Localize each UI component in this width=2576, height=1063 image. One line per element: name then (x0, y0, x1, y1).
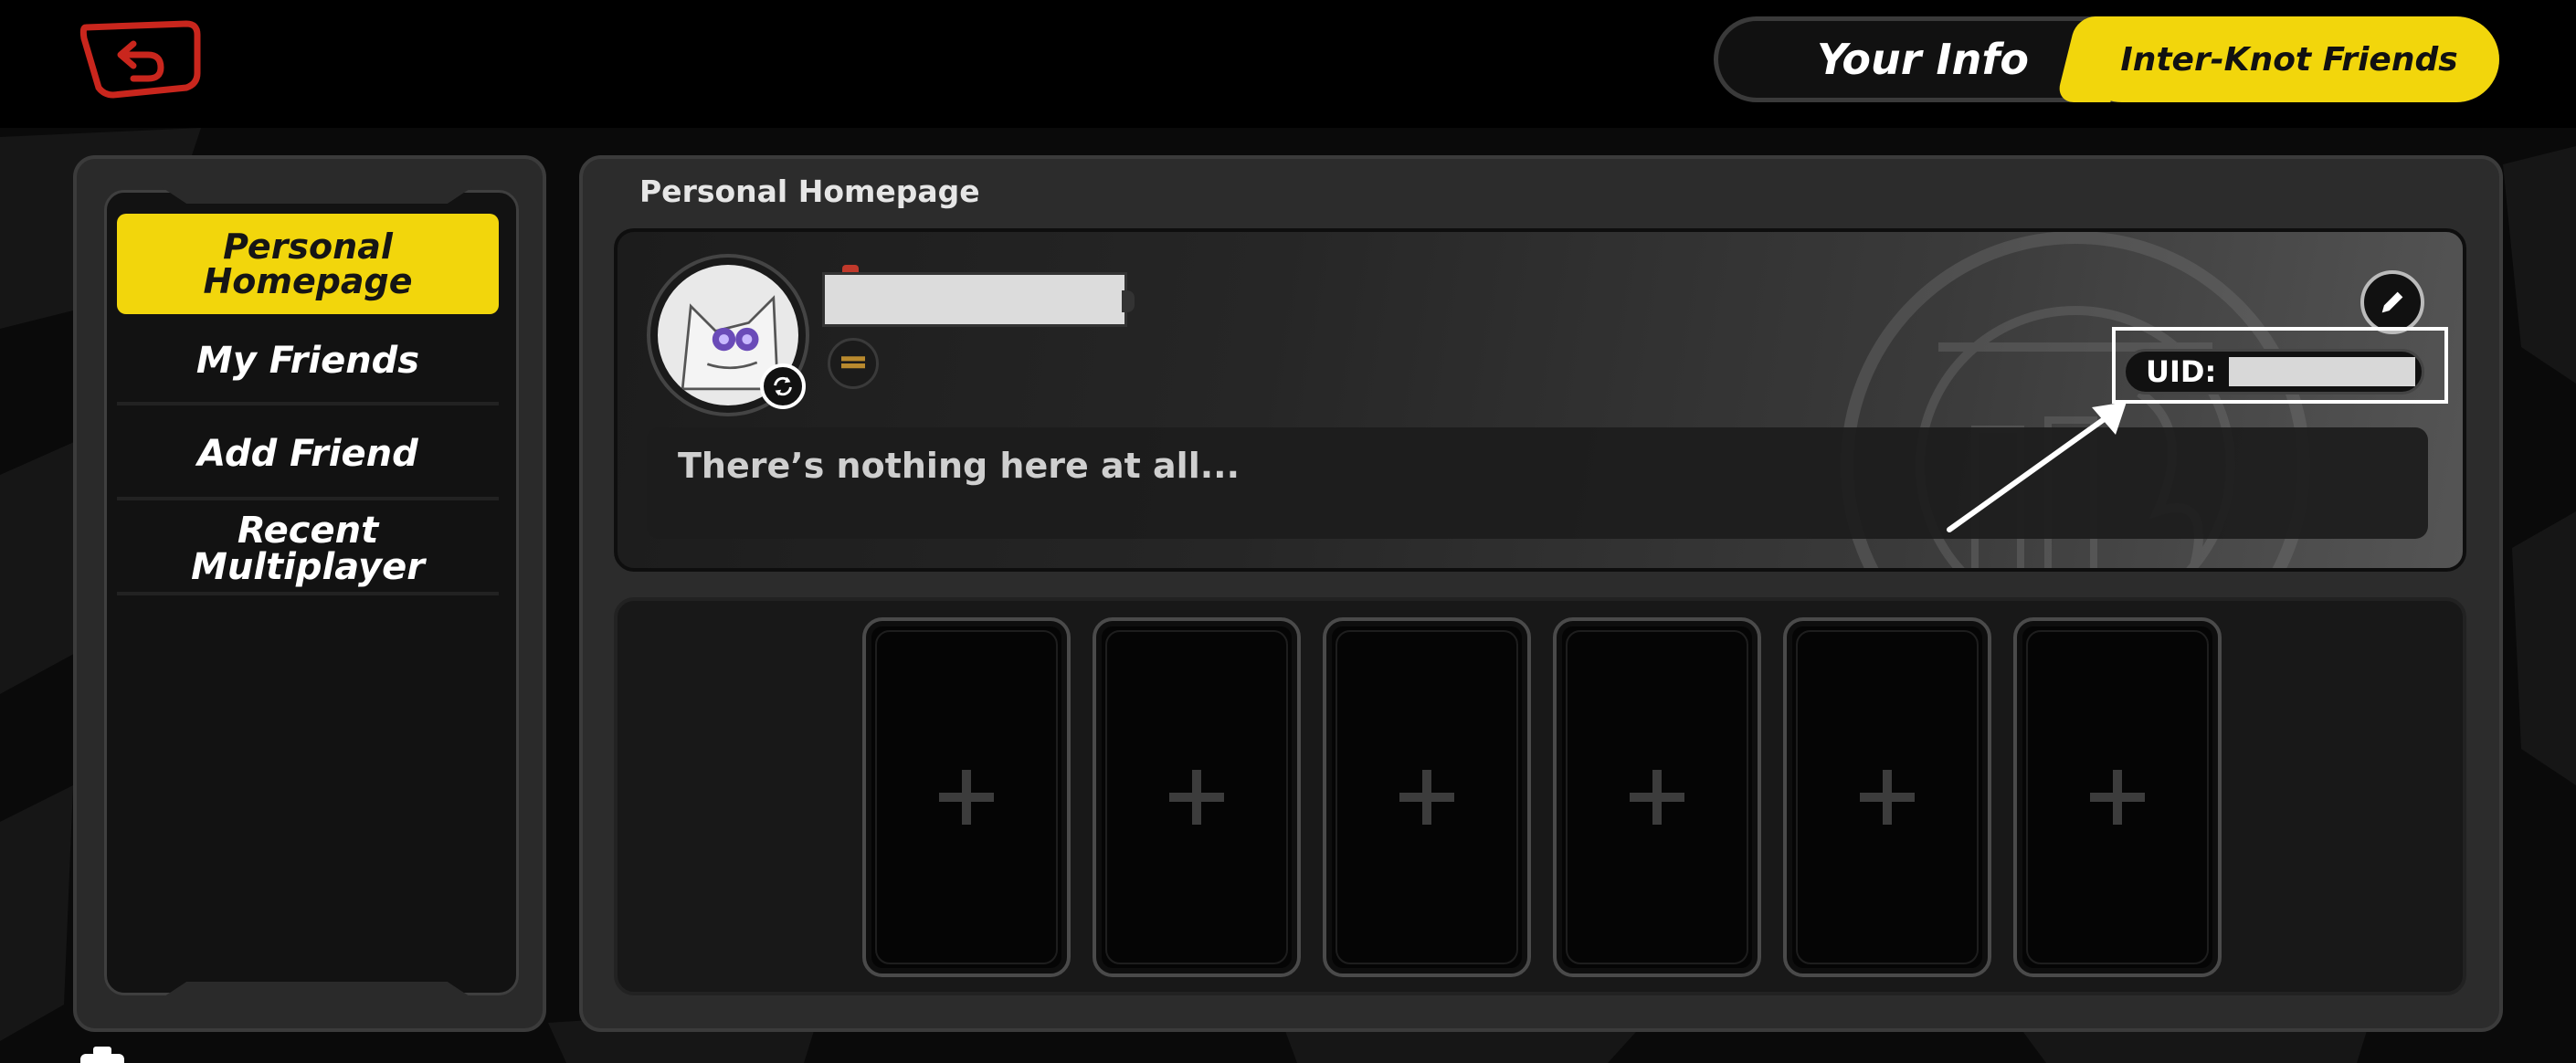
sidebar-item-my-friends[interactable]: My Friends (117, 331, 499, 391)
edit-pencil-icon (2381, 291, 2403, 313)
swap-icon (774, 376, 792, 396)
sidebar-divider (117, 402, 499, 405)
back-button[interactable] (77, 18, 203, 100)
sidebar-item-add-friend[interactable]: Add Friend (117, 424, 499, 484)
plus-icon (1399, 770, 1454, 825)
plus-icon (1630, 770, 1684, 825)
bio-text: There’s nothing here at all... (678, 446, 1240, 486)
page-title: Personal Homepage (639, 174, 980, 209)
tab-your-info[interactable]: Your Info (1736, 16, 2110, 102)
uid-value-redacted (2229, 357, 2416, 386)
tab-inter-knot-friends-label: Inter-Knot Friends (2120, 40, 2458, 79)
showcase-slot[interactable] (862, 617, 1071, 977)
sidebar-item-label: Add Friend (197, 433, 418, 475)
tab-your-info-label: Your Info (1817, 35, 2029, 84)
sidebar-item-label: Recent Multiplayer (191, 510, 425, 588)
sidebar-item-label: My Friends (195, 340, 420, 382)
showcase-slot[interactable] (1323, 617, 1531, 977)
plus-icon (1860, 770, 1915, 825)
player-name-redacted (822, 272, 1127, 327)
plus-icon (1169, 770, 1224, 825)
showcase-slot[interactable] (1553, 617, 1761, 977)
plus-icon (2090, 770, 2145, 825)
annotation-arrow (1947, 402, 2127, 532)
showcase-slot[interactable] (1093, 617, 1301, 977)
sidebar-top-notch (162, 187, 472, 204)
uid-label: UID: (2146, 354, 2217, 389)
sidebar-item-label: Personal Homepage (203, 226, 413, 301)
sidebar-bottom-notch (162, 982, 472, 998)
sidebar-divider (117, 497, 499, 500)
level-icon (841, 356, 865, 369)
sidebar-item-personal-homepage[interactable]: Personal Homepage (117, 214, 499, 314)
bottom-corner-icon (80, 1047, 124, 1063)
back-icon (79, 20, 201, 99)
edit-profile-button[interactable] (2360, 270, 2424, 334)
plus-icon (939, 770, 994, 825)
player-name-tail (1122, 290, 1135, 312)
level-badge (828, 338, 879, 389)
showcase-slot[interactable] (1783, 617, 1991, 977)
swap-avatar-button[interactable] (760, 363, 806, 409)
uid-badge[interactable]: UID: (2123, 349, 2424, 395)
showcase-slot[interactable] (2013, 617, 2222, 977)
sidebar-item-recent-multiplayer[interactable]: Recent Multiplayer (117, 512, 499, 585)
sidebar-divider (117, 592, 499, 595)
tab-inter-knot-friends[interactable]: Inter-Knot Friends (2079, 16, 2499, 102)
